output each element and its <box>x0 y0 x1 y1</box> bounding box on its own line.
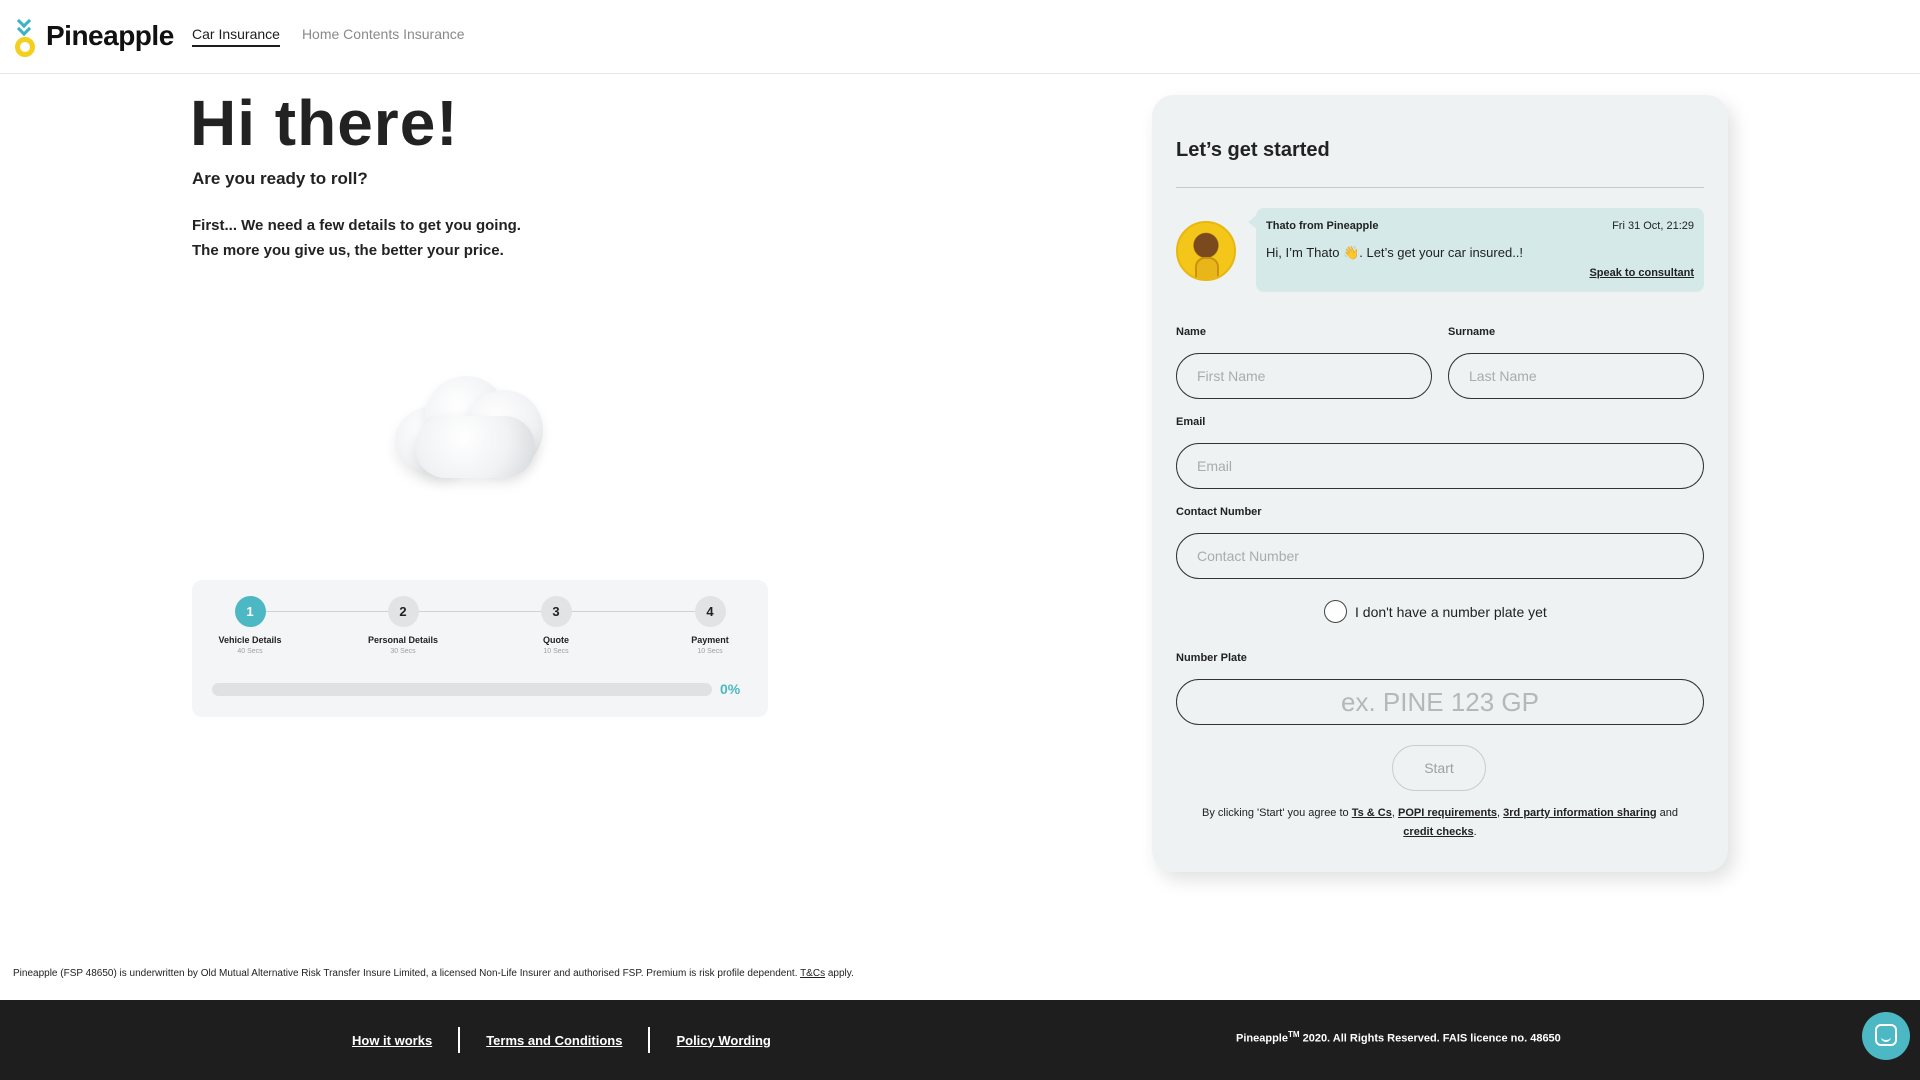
chat-bubble-icon <box>1875 1024 1897 1046</box>
step-duration: 40 Secs <box>237 648 263 655</box>
terms-and: and <box>1656 807 1678 819</box>
chat-message: Hi, I’m Thato 👋. Let’s get your car insu… <box>1266 245 1524 260</box>
email-input[interactable] <box>1176 443 1704 489</box>
step-duration: 10 Secs <box>697 648 723 655</box>
quote-form-card: Let’s get started Thato from Pineapple F… <box>1152 95 1728 872</box>
footer-links: How it works Terms and Conditions Policy… <box>352 1027 797 1053</box>
steps-connector <box>249 611 709 612</box>
step-payment: 4 Payment 10 Secs <box>665 596 755 655</box>
progress-bar <box>212 683 712 696</box>
start-button[interactable]: Start <box>1392 745 1486 791</box>
step-quote: 3 Quote 10 Secs <box>511 596 601 655</box>
contact-number-label: Contact Number <box>1176 506 1262 518</box>
page-title: Hi there! <box>190 87 459 159</box>
footer-how-it-works-link[interactable]: How it works <box>352 1033 458 1048</box>
copyright-text: 2020. All Rights Reserved. FAIS licence … <box>1299 1032 1561 1045</box>
nav-home-contents-insurance[interactable]: Home Contents Insurance <box>302 26 465 47</box>
hero-line-2: The more you give us, the better your pr… <box>192 242 504 259</box>
underwriter-disclaimer: Pineapple (FSP 48650) is underwritten by… <box>13 968 854 979</box>
step-duration: 10 Secs <box>543 648 569 655</box>
step-number: 3 <box>540 596 572 627</box>
chat-message-bubble: Thato from Pineapple Fri 31 Oct, 21:29 H… <box>1248 208 1704 292</box>
disclaimer-tcs-link[interactable]: T&Cs <box>800 968 825 979</box>
popi-requirements-link[interactable]: POPI requirements <box>1398 807 1497 819</box>
no-number-plate-checkbox[interactable] <box>1324 600 1347 623</box>
copyright-brand: Pineapple <box>1236 1032 1288 1045</box>
email-label: Email <box>1176 416 1206 428</box>
number-plate-label: Number Plate <box>1176 652 1247 664</box>
main-nav: Car Insurance Home Contents Insurance <box>192 26 465 47</box>
ts-and-cs-link[interactable]: Ts & Cs <box>1352 807 1392 819</box>
chat-sender: Thato from Pineapple <box>1266 220 1379 232</box>
step-label: Vehicle Details <box>218 635 282 645</box>
disclaimer-text: Pineapple (FSP 48650) is underwritten by… <box>13 968 801 979</box>
step-duration: 30 Secs <box>390 648 416 655</box>
form-title: Let’s get started <box>1176 139 1330 161</box>
step-vehicle-details: 1 Vehicle Details 40 Secs <box>205 596 295 655</box>
footer-policy-wording-link[interactable]: Policy Wording <box>650 1033 796 1048</box>
step-number: 2 <box>387 596 419 627</box>
contact-number-input[interactable] <box>1176 533 1704 579</box>
first-name-input[interactable] <box>1176 353 1432 399</box>
hero-subtitle: Are you ready to roll? <box>192 169 368 188</box>
brand-name: Pineapple <box>46 20 174 51</box>
consultant-avatar <box>1176 221 1236 281</box>
copyright-notice: PineappleTM 2020. All Rights Reserved. F… <box>1236 1030 1561 1045</box>
site-footer: How it works Terms and Conditions Policy… <box>0 1000 1920 1080</box>
step-number: 1 <box>234 596 266 627</box>
step-label: Personal Details <box>367 635 439 645</box>
site-header: Pineapple Car Insurance Home Contents In… <box>0 0 1920 74</box>
disclaimer-end: apply. <box>825 968 854 979</box>
live-chat-button[interactable] <box>1862 1012 1910 1060</box>
speak-to-consultant-link[interactable]: Speak to consultant <box>1589 267 1694 279</box>
progress-percent: 0% <box>720 681 741 697</box>
no-number-plate-label[interactable]: I don't have a number plate yet <box>1355 604 1547 620</box>
step-number: 4 <box>694 596 726 627</box>
progress-card: 1 Vehicle Details 40 Secs 2 Personal Det… <box>192 580 768 717</box>
terms-end: . <box>1473 826 1477 838</box>
terms-prefix: By clicking 'Start' you agree to <box>1202 807 1352 819</box>
nav-car-insurance[interactable]: Car Insurance <box>192 26 280 47</box>
divider <box>1176 187 1704 188</box>
name-label: Name <box>1176 326 1206 338</box>
hero-description: First... We need a few details to get yo… <box>192 213 521 263</box>
surname-label: Surname <box>1448 326 1496 338</box>
hero-line-1: First... We need a few details to get yo… <box>192 217 521 234</box>
number-plate-input[interactable] <box>1176 679 1704 725</box>
terms-notice: By clicking 'Start' you agree to Ts & Cs… <box>1176 804 1704 842</box>
brand-logo[interactable]: Pineapple <box>14 13 174 57</box>
trademark-mark: TM <box>1287 1030 1300 1039</box>
step-label: Quote <box>543 635 569 645</box>
step-label: Payment <box>691 635 729 645</box>
pineapple-logo-icon <box>14 13 38 57</box>
step-personal-details: 2 Personal Details 30 Secs <box>358 596 448 655</box>
credit-checks-link[interactable]: credit checks <box>1403 826 1473 838</box>
last-name-input[interactable] <box>1448 353 1704 399</box>
chat-timestamp: Fri 31 Oct, 21:29 <box>1612 220 1694 232</box>
no-number-plate-option[interactable]: I don't have a number plate yet <box>1324 600 1547 623</box>
third-party-sharing-link[interactable]: 3rd party information sharing <box>1503 807 1656 819</box>
cloud-illustration <box>385 368 555 493</box>
footer-terms-link[interactable]: Terms and Conditions <box>460 1033 648 1048</box>
